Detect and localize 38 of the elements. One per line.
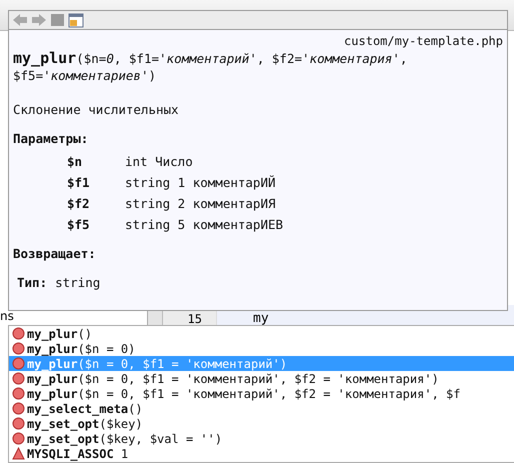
completion-item[interactable]: my_set_opt($key): [9, 416, 514, 431]
circle-icon: [12, 327, 25, 340]
completion-item[interactable]: my_plur($n = 0): [9, 341, 514, 356]
param-description: int Число: [125, 154, 194, 169]
param-name: $f5: [67, 217, 91, 232]
return-type: string: [55, 275, 100, 290]
param-description: string 5 комментарИЕВ: [125, 217, 284, 232]
file-path: custom/my-template.php: [343, 34, 503, 48]
param-name: $n: [67, 154, 84, 169]
square-icon[interactable]: [50, 13, 65, 27]
tree-item[interactable]: ns: [0, 311, 147, 322]
triangle-icon: [12, 447, 25, 460]
completion-item[interactable]: my_plur($n = 0, $f1 = 'комментарий', $f2 = 'комментария', $f: [9, 386, 514, 401]
circle-icon: [12, 342, 25, 355]
code-text: my: [252, 314, 269, 324]
section-heading: Возвращает:: [13, 246, 97, 261]
param-description: string 2 комментарИЯ: [125, 196, 277, 211]
param-name: $f1: [67, 175, 91, 190]
circle-icon: [12, 357, 25, 370]
circle-icon: [12, 417, 25, 430]
return-label: Тип:: [17, 275, 48, 290]
param-name: $f2: [67, 196, 91, 211]
completion-item[interactable]: my_plur($n = 0, $f1 = 'комментарий', $f2 = 'комментария'): [9, 371, 514, 386]
description-text: Склонение числительных: [13, 102, 180, 117]
completion-item[interactable]: MYSQLI_ASSOC 1: [9, 446, 514, 461]
back-icon[interactable]: [12, 13, 28, 27]
circle-icon: [12, 372, 25, 385]
param-description: string 1 комментарИЙ: [125, 175, 277, 190]
circle-icon: [12, 402, 25, 415]
circle-icon: [12, 387, 25, 400]
circle-icon: [12, 432, 25, 445]
function-signature: my_plur($n=0, $f1='комментарий', $f2='комментария', $f5='комментариев'): [13, 50, 408, 84]
forward-icon[interactable]: [31, 13, 47, 27]
completion-item[interactable]: my_set_opt($key, $val = ''): [9, 431, 514, 446]
section-heading: Параметры:: [13, 131, 90, 146]
completion-item[interactable]: my_plur(): [9, 326, 514, 341]
completion-item[interactable]: my_select_meta(): [9, 401, 514, 416]
window-icon[interactable]: [68, 12, 84, 28]
